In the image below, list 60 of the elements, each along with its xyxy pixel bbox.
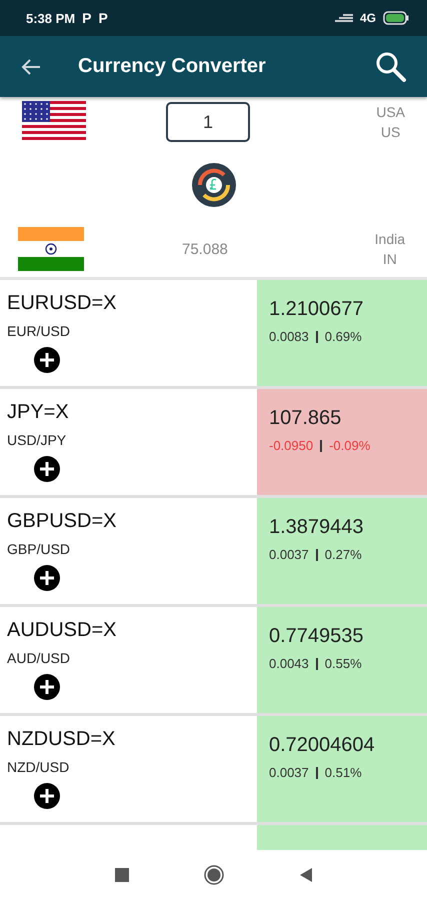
change-percent: 0.69% [324,329,362,344]
country-name: India [374,231,405,247]
change-percent: 0.51% [324,765,362,780]
swap-icon[interactable] [192,163,236,207]
change-percent: 0.55% [324,656,362,671]
add-icon[interactable] [34,565,60,591]
add-icon[interactable] [34,674,60,700]
separator-icon [320,440,322,452]
change-value: -0.0950 [269,438,314,453]
change-value: 0.0037 [269,547,309,562]
converted-value: 75.088 [182,240,228,258]
home-icon[interactable] [204,865,224,885]
currency-pair: EUR/USD [7,323,70,339]
flag-icon[interactable] [22,101,86,143]
separator-icon [316,766,318,778]
currency-pair: USD/JPY [7,432,66,448]
price: 107.865 [269,407,342,430]
add-icon[interactable] [34,347,60,373]
recents-icon[interactable] [114,868,128,882]
price: 0.72004604 [269,734,375,757]
notification-icon: P [98,10,108,26]
change-value: 0.0043 [269,656,309,671]
add-icon[interactable] [34,456,60,482]
add-icon[interactable] [34,783,60,809]
country-code: US [380,124,400,140]
price: 1.3879443 [269,516,364,539]
network-label: 4G [360,11,376,25]
rate-card[interactable]: JPY=X USD/JPY 107.865 -0.0950 -0.09% [0,389,427,495]
amount-field[interactable]: 1 [166,102,250,142]
battery-icon [383,11,409,25]
ticker-symbol: EURUSD=X [7,292,116,315]
separator-icon [316,548,318,560]
search-icon[interactable] [375,50,407,82]
country-code: IN [382,251,397,267]
currency-pair: NZD/USD [7,759,70,775]
separator-icon [316,658,318,670]
app-title: Currency Converter [78,55,267,78]
country-name: USA [376,104,405,120]
ticker-symbol: JPY=X [7,401,69,424]
back-nav-icon[interactable] [298,868,312,882]
change-value: 0.0037 [269,765,309,780]
rate-card[interactable]: AUDUSD=X AUD/USD 0.7749535 0.0043 0.55% [0,607,427,713]
ticker-symbol: GBPUSD=X [7,510,116,533]
currency-pair: GBP/USD [7,541,70,557]
rate-card[interactable]: EURUSD=X EUR/USD 1.2100677 0.0083 0.69% [0,280,427,386]
signal-icon [334,12,353,24]
change-percent: 0.27% [324,547,362,562]
price: 1.2100677 [269,298,364,321]
back-icon[interactable] [20,58,42,76]
ticker-symbol: AUDUSD=X [7,619,116,642]
ticker-symbol: NZDUSD=X [7,728,116,751]
notification-icon: P [82,10,92,26]
separator-icon [316,330,318,342]
currency-pair: AUD/USD [7,650,70,666]
rate-card[interactable]: GBPUSD=X GBP/USD 1.3879443 0.0037 0.27% [0,498,427,604]
rate-card[interactable]: NZDUSD=X NZD/USD 0.72004604 0.0037 0.51% [0,716,427,822]
status-time: 5:38 PM [26,10,76,26]
change-percent: -0.09% [329,438,370,453]
change-value: 0.0083 [269,329,309,344]
price: 0.7749535 [269,625,364,648]
